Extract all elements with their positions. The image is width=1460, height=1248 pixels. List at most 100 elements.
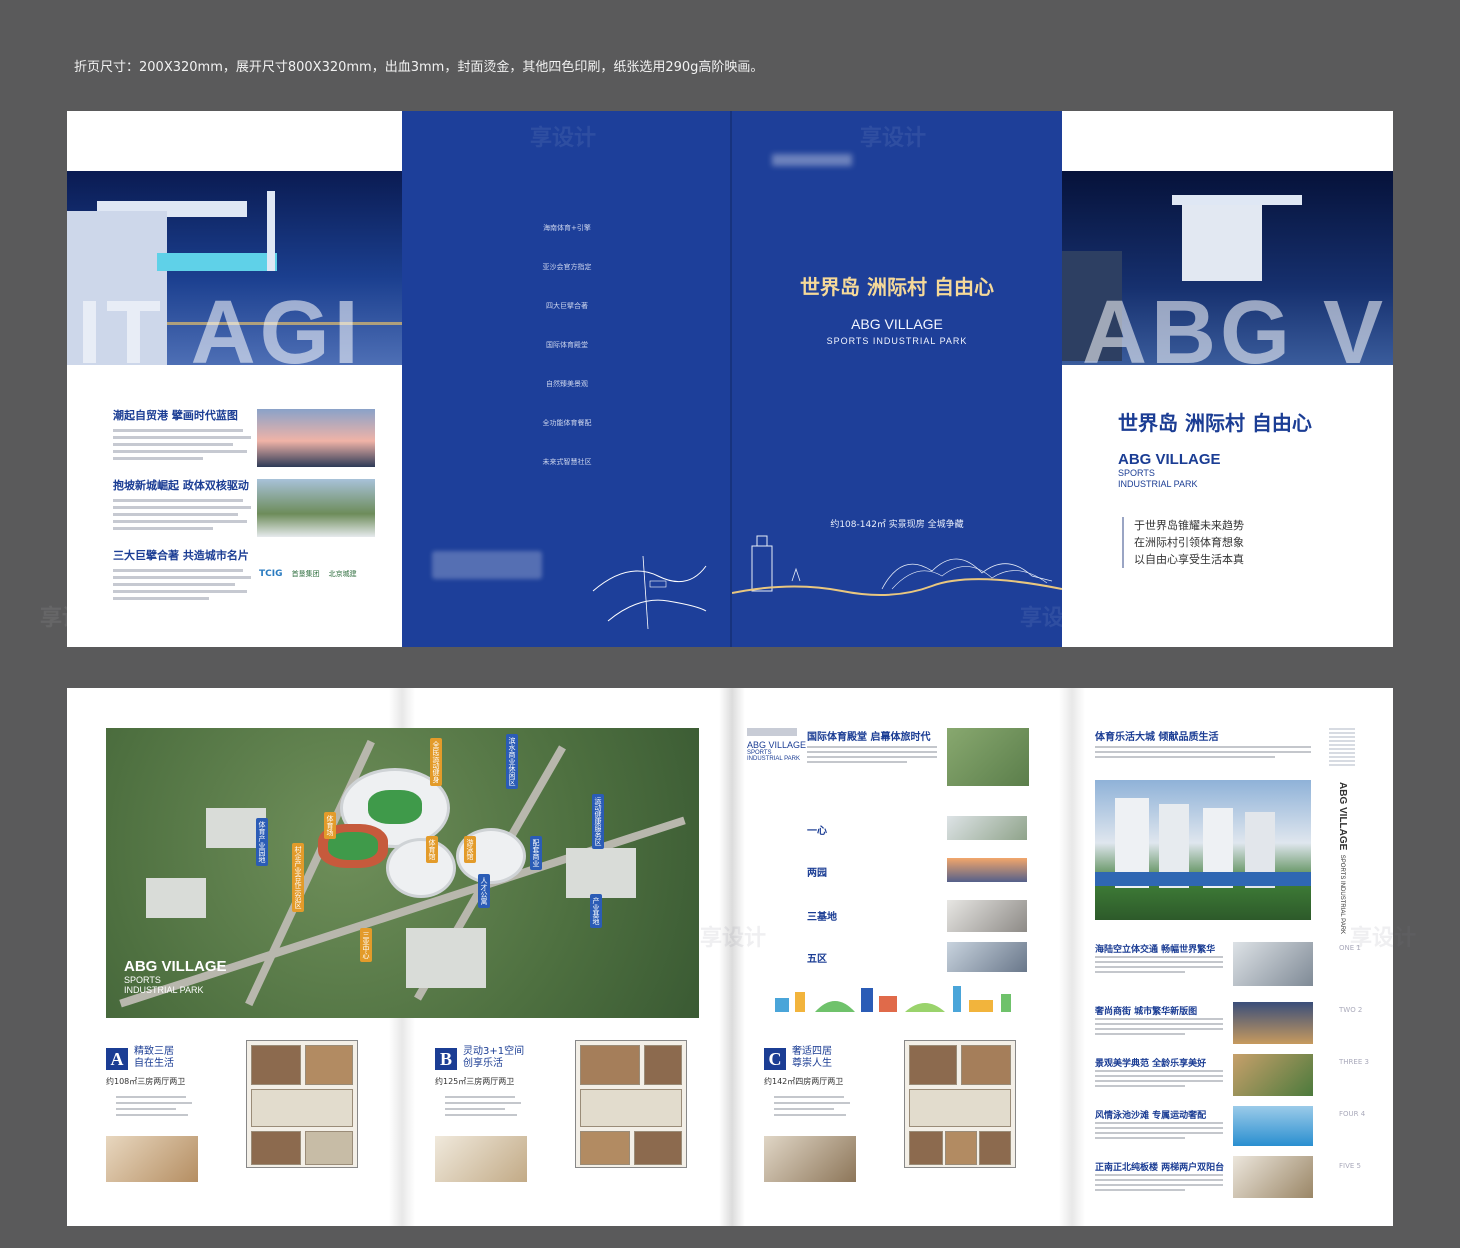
floor-plan (575, 1040, 687, 1168)
item-photo (1233, 1156, 1313, 1198)
back-eng-logo: ABG VILLAGE SPORTS INDUSTRIAL PARK (1118, 451, 1221, 490)
item-title: 正南正北纯板楼 两梯两户双阳台 (1095, 1163, 1225, 1173)
menu-item: 亚沙会官方指定 (542, 263, 592, 271)
aerial-title: ABG VILLAGE (124, 958, 227, 975)
article-2: 抱坡新城崛起 政体双核驱动 (113, 477, 253, 534)
item-photo (1233, 1002, 1313, 1044)
outer-spread: IT AGI 潮起自贸港 擘画时代蓝图 抱坡新城崛起 政体双核驱动 三大巨擘合著… (67, 111, 1393, 647)
page-number: TWO 2 (1339, 1006, 1363, 1014)
park-aerial-photo (947, 728, 1029, 786)
slogans: 于世界岛锥耀未来趋势 在洲际村引领体育想象 以自由心享受生活本真 (1122, 517, 1244, 568)
interior-photo (435, 1136, 527, 1182)
row-photo (947, 816, 1027, 840)
interior-photo (764, 1136, 856, 1182)
zone-tag: 体育场 (324, 812, 336, 839)
skyline-wave-illustration (732, 535, 1062, 596)
zone-tag: 运动健康服务区 (592, 794, 604, 849)
menu-item: 海南体育+引擎 (543, 224, 591, 232)
slogan: 于世界岛锥耀未来趋势 (1134, 519, 1244, 532)
item-title: 景观美学典范 全龄乐享美好 (1095, 1059, 1207, 1069)
logo-bjcj: 北京城建 (328, 570, 357, 578)
row-label: 三基地 (807, 912, 837, 923)
aerial-sub: SPORTS (124, 975, 161, 985)
item-title: 海陆空立体交通 畅幅世界繁华 (1095, 945, 1216, 955)
plan-letter: A (106, 1048, 128, 1070)
hero-photo-rooftop-pool: IT AGI (67, 171, 402, 365)
slogan: 在洲际村引领体育想象 (1134, 536, 1244, 549)
plan-name: 精致三居 自在生活 (134, 1046, 174, 1069)
unit-plan-b: B 灵动3+1空间 创享乐活 约125㎡三房两厅两卫 (435, 1040, 715, 1182)
print-spec-caption: 折页尺寸：200X320mm，展开尺寸800X320mm，出血3mm，封面烫金，… (74, 60, 764, 75)
page-number: FIVE 5 (1339, 1162, 1361, 1170)
zone-tag: 滨水商业休闲区 (506, 734, 518, 789)
cover-title: 世界岛 洲际村 自由心 (800, 275, 994, 299)
item-photo (1233, 942, 1313, 986)
article-title: 抱坡新城崛起 政体双核驱动 (113, 479, 249, 492)
row-photo (947, 858, 1027, 882)
right-title: 体育乐活大城 倾献品质生活 (1095, 732, 1219, 743)
cover-eng-subtitle: SPORTS INDUSTRIAL PARK (826, 336, 968, 346)
item-photo (1233, 1106, 1313, 1146)
plan-letter: C (764, 1048, 786, 1070)
plan-name: 灵动3+1空间 创享乐活 (463, 1046, 525, 1069)
residence-photo (1095, 780, 1311, 920)
row-label: 五区 (807, 954, 827, 965)
building-icon (1329, 728, 1355, 768)
eng-title: ABG VILLAGE (1118, 451, 1221, 468)
hero-photo-night-building: ABG VI (1062, 171, 1393, 365)
article-1: 潮起自贸港 擘画时代蓝图 (113, 407, 253, 464)
item-title: 奢尚商街 城市繁华新版图 (1095, 1007, 1198, 1017)
unit-plan-c: C 奢适四居 尊崇人生 约142㎡四房两厅两卫 (764, 1040, 1044, 1182)
page-number: FOUR 4 (1339, 1110, 1366, 1118)
interior-photo (106, 1136, 198, 1182)
page-number: THREE 3 (1339, 1058, 1369, 1066)
plan-area: 约142㎡四房两厅两卫 (764, 1077, 844, 1086)
row-photo (947, 942, 1027, 972)
page-number: ONE 1 (1339, 944, 1361, 952)
location-map (592, 555, 707, 630)
inner-spread: 体育产业园地 村企产业合作示范区 体育场 体育馆 游泳馆 全民运动健身 滨水商业… (67, 688, 1393, 1226)
aerial-logo: ABG VILLAGE SPORTS INDUSTRIAL PARK (124, 958, 227, 995)
zone-tag: 三亚中心 (360, 928, 372, 962)
article-title: 潮起自贸港 擘画时代蓝图 (113, 409, 238, 422)
logo-shouken: 首垦集团 (291, 570, 320, 578)
developer-logo-blurred (772, 154, 852, 166)
mid-logo: ABG VILLAGE SPORTS INDUSTRIAL PARK (747, 728, 806, 762)
menu-item: 四大巨擘合著 (546, 302, 588, 310)
article-3: 三大巨擘合著 共造城市名片 (113, 547, 253, 604)
back-title: 世界岛 洲际村 自由心 (1118, 411, 1312, 435)
eng-sub: INDUSTRIAL PARK (1118, 479, 1198, 489)
side-logo: ABG VILLAGE SPORTS INDUSTRIAL PARK (1337, 782, 1348, 935)
menu-item: 国际体育殿堂 (546, 341, 588, 349)
plan-letter: B (435, 1048, 457, 1070)
slogan: 以自由心享受生活本真 (1134, 553, 1244, 566)
row-label: 一心 (807, 826, 827, 837)
mid-title: 国际体育殿堂 启幕体旅时代 (807, 732, 931, 743)
zone-tag: 产业基地 (590, 894, 602, 928)
aerial-sub: INDUSTRIAL PARK (124, 985, 204, 995)
feature-menu: 海南体育+引擎 亚沙会官方指定 四大巨擘合著 国际体育殿堂 自然臻美景观 全功能… (402, 223, 732, 496)
item-photo (1233, 1054, 1313, 1096)
aerial-masterplan: 体育产业园地 村企产业合作示范区 体育场 体育馆 游泳馆 全民运动健身 滨水商业… (106, 728, 699, 1018)
panel-back: ABG VI 世界岛 洲际村 自由心 ABG VILLAGE SPORTS IN… (1062, 111, 1393, 647)
panel-menu: 海南体育+引擎 亚沙会官方指定 四大巨擘合著 国际体育殿堂 自然臻美景观 全功能… (402, 111, 732, 647)
item-title: 风情泳池沙滩 专属运动奢配 (1095, 1111, 1207, 1121)
zone-tag: 村企产业合作示范区 (292, 843, 304, 912)
colorful-skyline-illustration (775, 986, 1011, 1012)
menu-item: 自然臻美景观 (546, 380, 588, 388)
city-dusk-photo (257, 409, 375, 467)
menu-item: 未来式智慧社区 (542, 458, 592, 466)
floor-plan (904, 1040, 1016, 1168)
zone-tag: 配套商业 (530, 836, 542, 870)
eng-sub: SPORTS (1118, 468, 1155, 478)
panel-cover: 世界岛 洲际村 自由心 ABG VILLAGE SPORTS INDUSTRIA… (732, 111, 1062, 647)
cover-tagline: 约108-142㎡ 实景现房 全城争藏 (830, 520, 964, 530)
logo-tcig: TCIG (259, 569, 283, 579)
stadium-photo (257, 479, 375, 537)
row-label: 两园 (807, 868, 827, 879)
partner-logos: TCIG 首垦集团 北京城建 (257, 561, 377, 582)
zone-tag: 游泳馆 (464, 836, 476, 863)
article-title: 三大巨擘合著 共造城市名片 (113, 549, 249, 562)
zone-tag: 人才公寓 (478, 874, 490, 908)
row-photo (947, 900, 1027, 932)
